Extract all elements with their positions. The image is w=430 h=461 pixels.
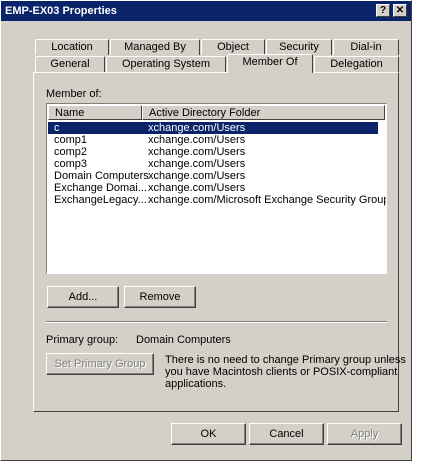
row-folder: xchange.com/Users (148, 182, 246, 194)
add-button[interactable]: Add... (47, 286, 119, 308)
separator (46, 321, 387, 323)
tab-member-of[interactable]: Member Of (227, 54, 313, 73)
table-row[interactable]: comp2 xchange.com/Users (48, 146, 378, 158)
row-name: comp2 (54, 146, 88, 158)
tab-location[interactable]: Location (35, 39, 109, 55)
row-name: comp1 (54, 134, 88, 146)
row-name: Domain Computers (54, 170, 149, 182)
help-button[interactable]: ? (376, 4, 390, 17)
row-name: Exchange Domai... (54, 182, 147, 194)
table-row[interactable]: Exchange Domai... xchange.com/Users (48, 182, 378, 194)
properties-dialog: EMP-EX03 Properties ? ✕ Location Managed… (0, 0, 412, 461)
table-row[interactable]: comp3 xchange.com/Users (48, 158, 378, 170)
column-header-folder[interactable]: Active Directory Folder (142, 105, 385, 120)
primary-group-note-line3: applications. (165, 378, 227, 390)
close-button[interactable]: ✕ (393, 4, 407, 17)
column-header-name[interactable]: Name (48, 105, 142, 120)
table-row[interactable]: ExchangeLegacy... xchange.com/Microsoft … (48, 194, 386, 206)
table-row[interactable]: comp1 xchange.com/Users (48, 134, 378, 146)
row-folder: xchange.com/Users (148, 134, 246, 146)
set-primary-group-button[interactable]: Set Primary Group (46, 353, 154, 375)
tab-dial-in[interactable]: Dial-in (333, 39, 399, 55)
row-name: c (54, 122, 60, 134)
listview-header: Name Active Directory Folder (48, 105, 385, 120)
window-title: EMP-EX03 Properties (5, 5, 117, 17)
tab-delegation[interactable]: Delegation (314, 56, 399, 72)
primary-group-value: Domain Computers (136, 334, 231, 346)
table-row[interactable]: c xchange.com/Users (48, 122, 378, 134)
table-row[interactable]: Domain Computers xchange.com/Users (48, 170, 378, 182)
tab-operating-system[interactable]: Operating System (106, 56, 226, 72)
primary-group-label: Primary group: (46, 334, 119, 346)
row-folder: xchange.com/Users (148, 146, 246, 158)
tab-managed-by[interactable]: Managed By (110, 39, 200, 55)
remove-button[interactable]: Remove (124, 286, 196, 308)
row-folder: xchange.com/Microsoft Exchange Security … (148, 194, 387, 206)
ok-button[interactable]: OK (171, 423, 246, 445)
row-name: comp3 (54, 158, 88, 170)
tab-security[interactable]: Security (266, 39, 332, 55)
tab-general[interactable]: General (35, 56, 105, 72)
apply-button[interactable]: Apply (327, 423, 402, 445)
tab-object[interactable]: Object (201, 39, 265, 55)
row-name: ExchangeLegacy... (54, 194, 147, 206)
primary-group-note-line1: There is no need to change Primary group… (165, 354, 406, 366)
row-folder: xchange.com/Users (148, 158, 246, 170)
title-bar[interactable]: EMP-EX03 Properties ? ✕ (1, 1, 411, 21)
cancel-button[interactable]: Cancel (249, 423, 324, 445)
member-of-label: Member of: (46, 88, 102, 100)
row-folder: xchange.com/Users (148, 122, 246, 134)
primary-group-note-line2: you have Macintosh clients or POSIX-comp… (165, 366, 398, 378)
member-of-listview[interactable]: Name Active Directory Folder c xchange.c… (46, 103, 387, 274)
row-folder: xchange.com/Users (148, 170, 246, 182)
